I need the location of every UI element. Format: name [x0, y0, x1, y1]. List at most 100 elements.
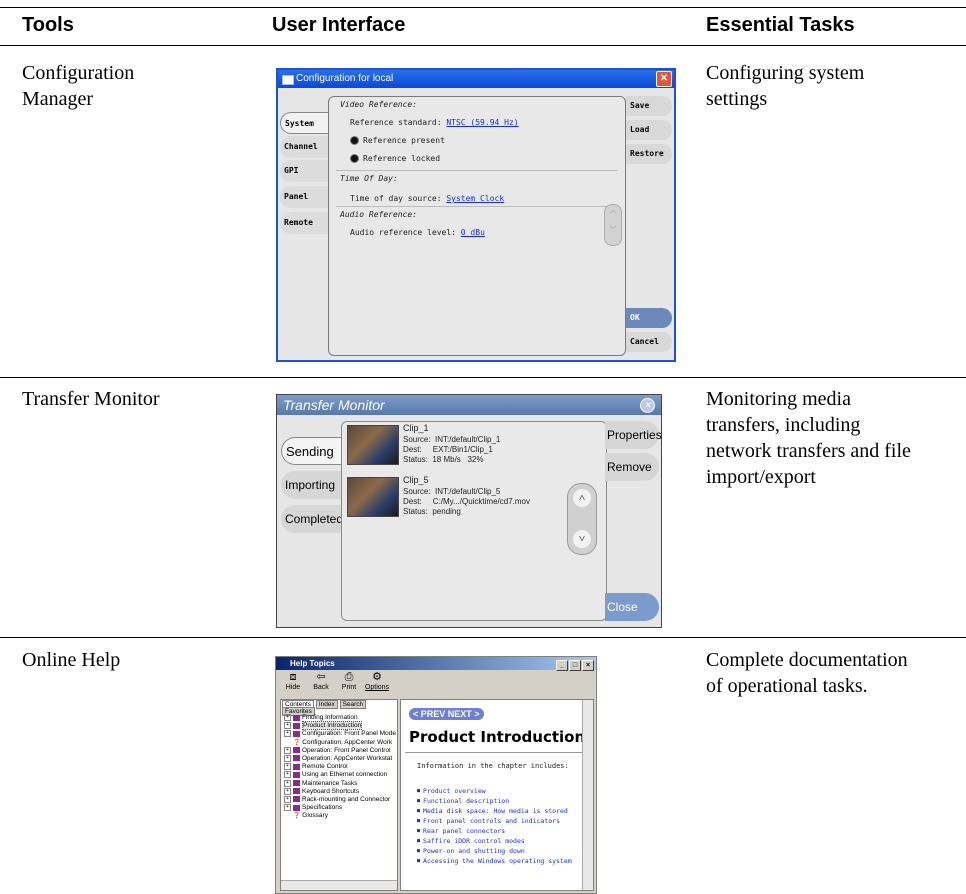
tab-importing[interactable]: Importing	[281, 471, 341, 499]
tree-item[interactable]: + Configuration: Front Panel Mode	[284, 730, 396, 738]
scroll-control[interactable]: ︿ ﹀	[604, 204, 622, 246]
scroll-down-icon[interactable]: ˅	[573, 530, 591, 548]
header-tools: Tools	[22, 14, 74, 36]
hide-button[interactable]: ⧈ Hide	[280, 671, 306, 692]
print-label: Print	[341, 684, 357, 691]
book-icon	[293, 804, 300, 811]
book-icon	[293, 788, 300, 795]
config-body: System Channel GPI Panel Remote Video Re…	[278, 88, 674, 360]
ref-standard-link[interactable]: NTSC (59.94 Hz)	[446, 118, 518, 127]
tab-remote[interactable]: Remote	[280, 212, 328, 234]
horizontal-scrollbar[interactable]	[281, 880, 397, 890]
book-icon	[293, 722, 300, 729]
save-button[interactable]: Save	[626, 96, 672, 116]
ref-present-label: Reference present	[363, 136, 445, 145]
load-button[interactable]: Load	[626, 120, 672, 140]
tree-item[interactable]: + Operation: AppCenter Workstat	[284, 754, 396, 763]
options-label: Options	[364, 684, 390, 691]
config-titlebar: Configuration for local ✕	[278, 70, 674, 88]
row2-tool: Transfer Monitor	[22, 388, 160, 410]
scroll-up-icon[interactable]: ︿	[605, 205, 621, 215]
topic-link[interactable]: Product overview	[417, 786, 572, 796]
topic-link[interactable]: Functional description	[417, 796, 572, 806]
divider	[336, 206, 618, 207]
topic-links: Product overview Functional description …	[417, 786, 572, 866]
window-buttons: _ □ ×	[555, 658, 594, 671]
tab-search[interactable]: Search	[339, 700, 367, 709]
audio-reference-heading: Audio Reference:	[340, 210, 418, 219]
tree-item[interactable]: + Product Introduction	[284, 721, 396, 731]
tab-sending[interactable]: Sending	[281, 437, 341, 465]
back-icon: ⇦	[316, 671, 326, 683]
tab-panel[interactable]: Panel	[280, 186, 328, 208]
hide-icon: ⧈	[289, 671, 297, 683]
tab-gpi[interactable]: GPI	[280, 160, 328, 182]
row2-task: Monitoring media transfers, including ne…	[706, 388, 911, 488]
divider	[336, 170, 618, 171]
topic-title: Product Introduction	[409, 728, 586, 746]
properties-button[interactable]: Properties	[605, 421, 662, 449]
restore-button[interactable]: Restore	[626, 144, 672, 164]
header-bottom-rule	[0, 45, 966, 46]
tree-item[interactable]: + Operation: Front Panel Control	[284, 746, 396, 755]
options-button[interactable]: ⚙ Options	[364, 671, 390, 692]
vertical-scrollbar[interactable]	[582, 700, 593, 890]
help-window: Help Topics _ □ × ⧈ Hide ⇦ Back ⎙ Print ⚙ Opti…	[275, 656, 597, 894]
ref-locked-row: Reference locked	[350, 154, 440, 163]
book-icon	[293, 796, 300, 803]
tab-channel[interactable]: Channel	[280, 136, 328, 158]
row1-tool: Configuration Manager	[22, 62, 135, 110]
tab-system[interactable]: System	[280, 112, 328, 134]
clip-details: Source: INT:/default/Clip_1 Dest: EXT:/B…	[403, 435, 501, 464]
minimize-icon[interactable]: _	[556, 660, 568, 671]
audio-level-row: Audio reference level: 0 dBu	[350, 228, 485, 237]
topic-link[interactable]: Power-on and shutting down	[417, 846, 572, 856]
transfer-monitor-window: Transfer Monitor ✕ Sending Importing Com…	[276, 394, 662, 628]
scroll-control[interactable]: ˄ ˅	[567, 483, 597, 555]
tab-completed[interactable]: Completed	[281, 505, 343, 533]
contents-pane: Contents Index Search Favorites + Finding…	[280, 699, 398, 891]
topic-link[interactable]: Saffire iDDR control modes	[417, 836, 572, 846]
help-page-icon: ❓	[293, 813, 301, 820]
ok-button[interactable]: OK	[626, 308, 672, 328]
tree-item[interactable]: + Maintenance Tasks	[284, 779, 396, 788]
prev-next-nav[interactable]: < PREV NEXT >	[409, 708, 484, 720]
tree-item[interactable]: + Using an Ethernet connection	[284, 771, 396, 779]
remove-button[interactable]: Remove	[605, 453, 659, 481]
print-button[interactable]: ⎙ Print	[336, 671, 362, 692]
close-icon[interactable]: ✕	[656, 71, 672, 87]
close-icon[interactable]: ×	[582, 660, 594, 671]
topic-link[interactable]: Accessing the Windows operating system	[417, 856, 572, 866]
book-icon	[293, 730, 300, 737]
row-divider	[0, 377, 966, 378]
cancel-button[interactable]: Cancel	[626, 332, 672, 352]
audio-level-link[interactable]: 0 dBu	[461, 228, 485, 237]
topic-link[interactable]: Front panel controls and indicators	[417, 816, 572, 826]
topic-link[interactable]: Media disk space: How media is stored	[417, 806, 572, 816]
tab-index[interactable]: Index	[315, 700, 338, 709]
close-button[interactable]: Close	[605, 593, 659, 621]
audio-level-label: Audio reference level:	[350, 228, 456, 237]
config-title: Configuration for local	[296, 73, 394, 84]
table-header: Tools User Interface Essential Tasks	[0, 0, 966, 46]
maximize-icon[interactable]: □	[569, 660, 581, 671]
book-icon	[293, 755, 300, 762]
tree-item[interactable]: + Remote Control	[284, 763, 396, 771]
scroll-up-icon[interactable]: ˄	[573, 489, 591, 507]
scroll-down-icon[interactable]: ﹀	[605, 225, 621, 235]
tree-item[interactable]: ❓ Glossary	[284, 812, 396, 820]
ref-present-row: Reference present	[350, 136, 445, 145]
topic-link[interactable]: Rear panel connectors	[417, 826, 572, 836]
header-top-rule	[0, 7, 966, 8]
tod-source-link[interactable]: System Clock	[446, 194, 504, 203]
tree-item[interactable]: + Rack-mounting and Connector	[284, 795, 396, 804]
back-button[interactable]: ⇦ Back	[308, 671, 334, 692]
ref-standard-row: Reference standard: NTSC (59.94 Hz)	[350, 118, 519, 127]
print-icon: ⎙	[344, 671, 354, 683]
ref-locked-indicator	[350, 154, 359, 163]
tree-item[interactable]: ❓ Configuration: AppCenter Work	[284, 739, 396, 747]
row3-task: Complete documentation of operational ta…	[706, 649, 908, 697]
clip-name: Clip_5	[403, 475, 429, 485]
close-icon[interactable]: ✕	[640, 398, 655, 413]
tree-item[interactable]: + Keyboard Shortcuts	[284, 787, 396, 796]
